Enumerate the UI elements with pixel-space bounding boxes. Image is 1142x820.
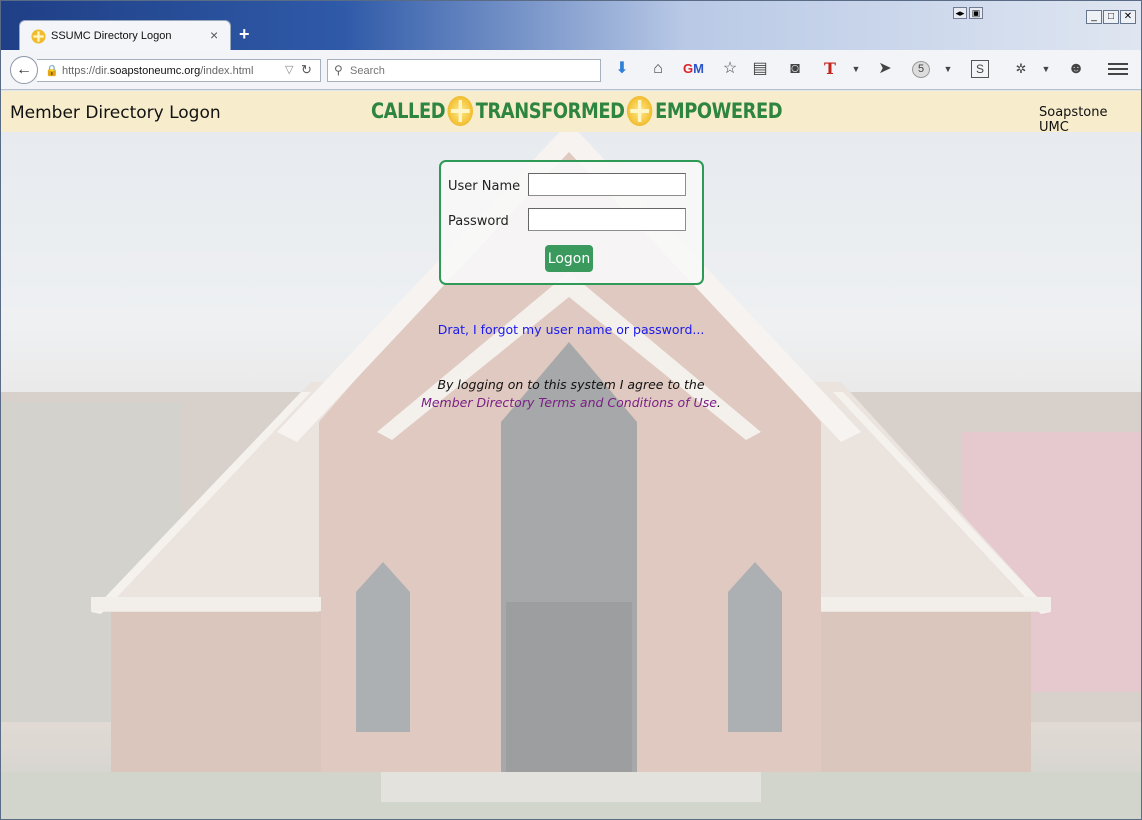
home-icon[interactable]: ⌂ — [648, 60, 668, 78]
restore-small-icon[interactable]: ◂▸ — [953, 7, 967, 19]
agreement-text: By logging on to this system I agree to … — [437, 377, 705, 392]
window-controls: _ □ ✕ — [1086, 6, 1138, 24]
menu-icon[interactable] — [1108, 60, 1128, 78]
motto-word-called: CALLED — [371, 99, 446, 123]
password-input[interactable] — [528, 208, 686, 231]
username-label: User Name — [448, 179, 521, 194]
navigation-toolbar: 🔒 https://dir.soapstoneumc.org/index.htm… — [1, 50, 1141, 90]
logon-button[interactable]: Logon — [545, 245, 593, 272]
url-bar[interactable]: 🔒 https://dir.soapstoneumc.org/index.htm… — [37, 59, 321, 82]
forgot-credentials-link[interactable]: Drat, I forgot my user name or password.… — [1, 322, 1141, 337]
new-tab-button[interactable]: + — [239, 24, 250, 45]
close-window-button[interactable]: ✕ — [1120, 10, 1136, 24]
pocket-icon[interactable]: ◙ — [785, 60, 805, 78]
motto-word-empowered: EMPOWERED — [655, 99, 783, 123]
terms-suffix: . — [716, 395, 721, 410]
tab-active[interactable]: SSUMC Directory Logon × — [19, 20, 231, 50]
password-label: Password — [448, 214, 509, 229]
reader-icon[interactable]: ▤ — [750, 60, 770, 78]
tab-bar: ◂▸ ▣ _ □ ✕ SSUMC Directory Logon × + — [1, 1, 1141, 50]
extension-icon[interactable]: ✲ — [1011, 60, 1031, 78]
chat-icon[interactable]: ☻ — [1066, 60, 1086, 78]
download-icon[interactable]: ⬇ — [612, 60, 632, 78]
t-icon[interactable]: T — [820, 60, 840, 78]
terms-link[interactable]: Member Directory Terms and Conditions of… — [421, 395, 717, 410]
page-title: Member Directory Logon — [10, 103, 221, 123]
badge-dropdown-icon[interactable]: ▼ — [938, 60, 958, 78]
badge-icon[interactable]: 5 — [912, 61, 930, 78]
url-prefix: https://dir. — [62, 65, 110, 77]
send-icon[interactable]: ➤ — [875, 60, 895, 78]
site-name: Soapstone UMC — [1039, 105, 1108, 135]
search-input[interactable] — [350, 62, 590, 79]
login-form: User Name Password Logon — [439, 160, 704, 285]
url-domain: soapstoneumc.org — [109, 65, 201, 77]
bookmark-star-icon[interactable]: ☆ — [720, 60, 740, 78]
lock-icon: 🔒 — [45, 65, 59, 77]
search-icon: ⚲ — [334, 63, 343, 77]
username-input[interactable] — [528, 173, 686, 196]
church-cross-favicon-icon — [31, 29, 46, 44]
back-button[interactable]: ← — [10, 56, 38, 84]
page-header: Member Directory Logon CALLED TRANSFORME… — [1, 91, 1141, 135]
maximize-button[interactable]: □ — [1103, 10, 1119, 24]
tab-close-icon[interactable]: × — [210, 27, 218, 43]
cross-emblem-icon — [627, 96, 653, 126]
url-dropdown-icon[interactable]: ▽ — [285, 63, 293, 76]
s-icon[interactable]: S — [971, 60, 989, 78]
url-text: https://dir.soapstoneumc.org/index.html — [62, 65, 253, 77]
tab-title: SSUMC Directory Logon — [51, 30, 172, 42]
reload-icon[interactable]: ↻ — [301, 62, 312, 78]
minimize-button[interactable]: _ — [1086, 10, 1102, 24]
motto-word-transformed: TRANSFORMED — [475, 99, 625, 123]
extension-dropdown-icon[interactable]: ▼ — [1036, 60, 1056, 78]
motto-logo: CALLED TRANSFORMED EMPOWERED — [371, 93, 783, 129]
terms-agreement: By logging on to this system I agree to … — [1, 376, 1141, 412]
window-mode-icon[interactable]: ▣ — [969, 7, 983, 19]
browser-window: ◂▸ ▣ _ □ ✕ SSUMC Directory Logon × + 🔒 htt… — [0, 0, 1142, 820]
t-dropdown-icon[interactable]: ▼ — [846, 60, 866, 78]
cross-emblem-icon — [447, 96, 474, 126]
url-path: /index.html — [200, 65, 254, 77]
gm-icon[interactable]: GM — [683, 60, 704, 78]
back-arrow-icon: ← — [16, 61, 32, 78]
search-bar[interactable]: ⚲ — [327, 59, 601, 82]
